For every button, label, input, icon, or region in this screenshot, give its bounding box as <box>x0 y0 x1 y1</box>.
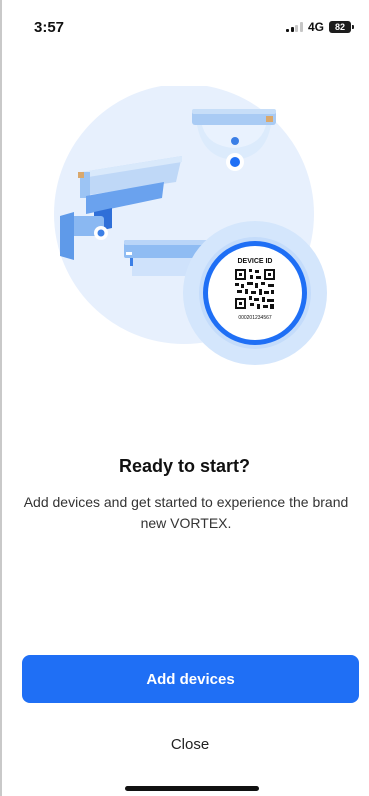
battery-icon: 82 <box>329 21 354 33</box>
status-indicators: 4G 82 <box>286 20 354 34</box>
status-time: 3:57 <box>34 19 65 36</box>
page-title: Ready to start? <box>118 456 251 476</box>
status-bar: 3:57 4G 82 <box>0 0 369 56</box>
badge-code: 000201234567 <box>238 315 272 321</box>
hero-illustration: DEVICE ID 000201234567 <box>54 86 327 365</box>
signal-icon <box>286 22 303 32</box>
home-indicator[interactable] <box>125 786 259 791</box>
badge-label: DEVICE ID <box>237 258 272 265</box>
screen-border <box>0 0 2 796</box>
close-button[interactable]: Close <box>120 726 260 762</box>
qr-code-icon <box>234 268 276 310</box>
page-subtitle: Add devices and get started to experienc… <box>23 494 349 531</box>
add-devices-button[interactable]: Add devices <box>22 655 359 703</box>
device-id-badge: DEVICE ID 000201234567 <box>183 221 327 365</box>
network-type: 4G <box>307 20 324 34</box>
